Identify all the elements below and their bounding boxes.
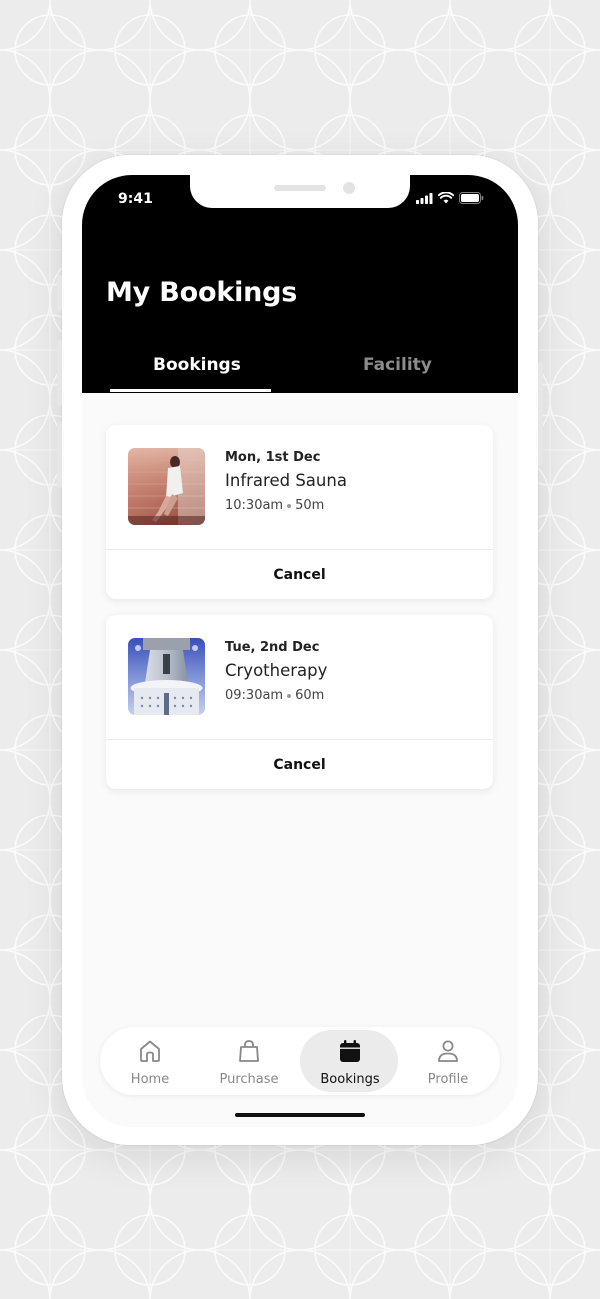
booking-card: Mon, 1st Dec Infrared Sauna 10:30am 50m … [106,425,493,599]
booking-meta: 09:30am 60m [225,688,324,703]
person-icon [438,1040,458,1062]
sauna-photo [128,448,205,525]
booking-meta: 10:30am 50m [225,498,324,513]
booking-date: Tue, 2nd Dec [225,640,320,655]
tab-bookings[interactable]: Bookings [153,355,241,375]
cancel-button[interactable]: Cancel [106,740,493,789]
phone-volume-up [57,340,62,406]
home-indicator[interactable] [235,1113,365,1117]
nav-label: Profile [427,1072,469,1087]
booking-duration: 60m [295,688,325,703]
status-time: 9:41 [118,191,153,207]
page-title: My Bookings [106,277,298,308]
wifi-icon [438,192,454,204]
booking-time: 09:30am [225,688,284,703]
active-tab-indicator [110,389,271,392]
signal-icon [416,192,433,204]
phone-side-button [57,275,62,311]
home-icon [140,1040,160,1062]
speaker [274,185,326,191]
separator-dot [287,503,292,508]
cryotherapy-chamber-photo [128,638,205,715]
cancel-button[interactable]: Cancel [106,550,493,599]
battery-icon [459,192,484,204]
nav-label: Purchase [219,1072,279,1087]
booking-duration: 50m [295,498,325,513]
front-camera [343,182,355,194]
nav-item-purchase[interactable]: Purchase [199,1027,299,1095]
shopping-bag-icon [239,1040,259,1062]
phone-volume-down [57,422,62,488]
booking-time: 10:30am [225,498,284,513]
nav-item-bookings[interactable]: Bookings [300,1027,400,1095]
nav-label: Home [130,1072,170,1087]
nav-item-home[interactable]: Home [100,1027,200,1095]
nav-label: Bookings [320,1072,380,1087]
separator-dot [287,693,292,698]
status-icons [416,192,484,204]
calendar-icon [340,1040,360,1062]
booking-title: Infrared Sauna [225,471,347,490]
notch [190,175,410,208]
header: 9:41 My Bookings Bookings Facility [82,175,518,393]
phone-power-button [538,362,543,466]
booking-title: Cryotherapy [225,661,328,680]
nav-item-profile[interactable]: Profile [398,1027,498,1095]
booking-card: Tue, 2nd Dec Cryotherapy 09:30am 60m Can… [106,615,493,789]
app-screen: 9:41 My Bookings Bookings Facility Mon, … [82,175,518,1127]
tab-facility[interactable]: Facility [363,355,432,375]
bottom-nav: Home Purchase Bookings Profile [100,1027,500,1095]
booking-date: Mon, 1st Dec [225,450,321,465]
